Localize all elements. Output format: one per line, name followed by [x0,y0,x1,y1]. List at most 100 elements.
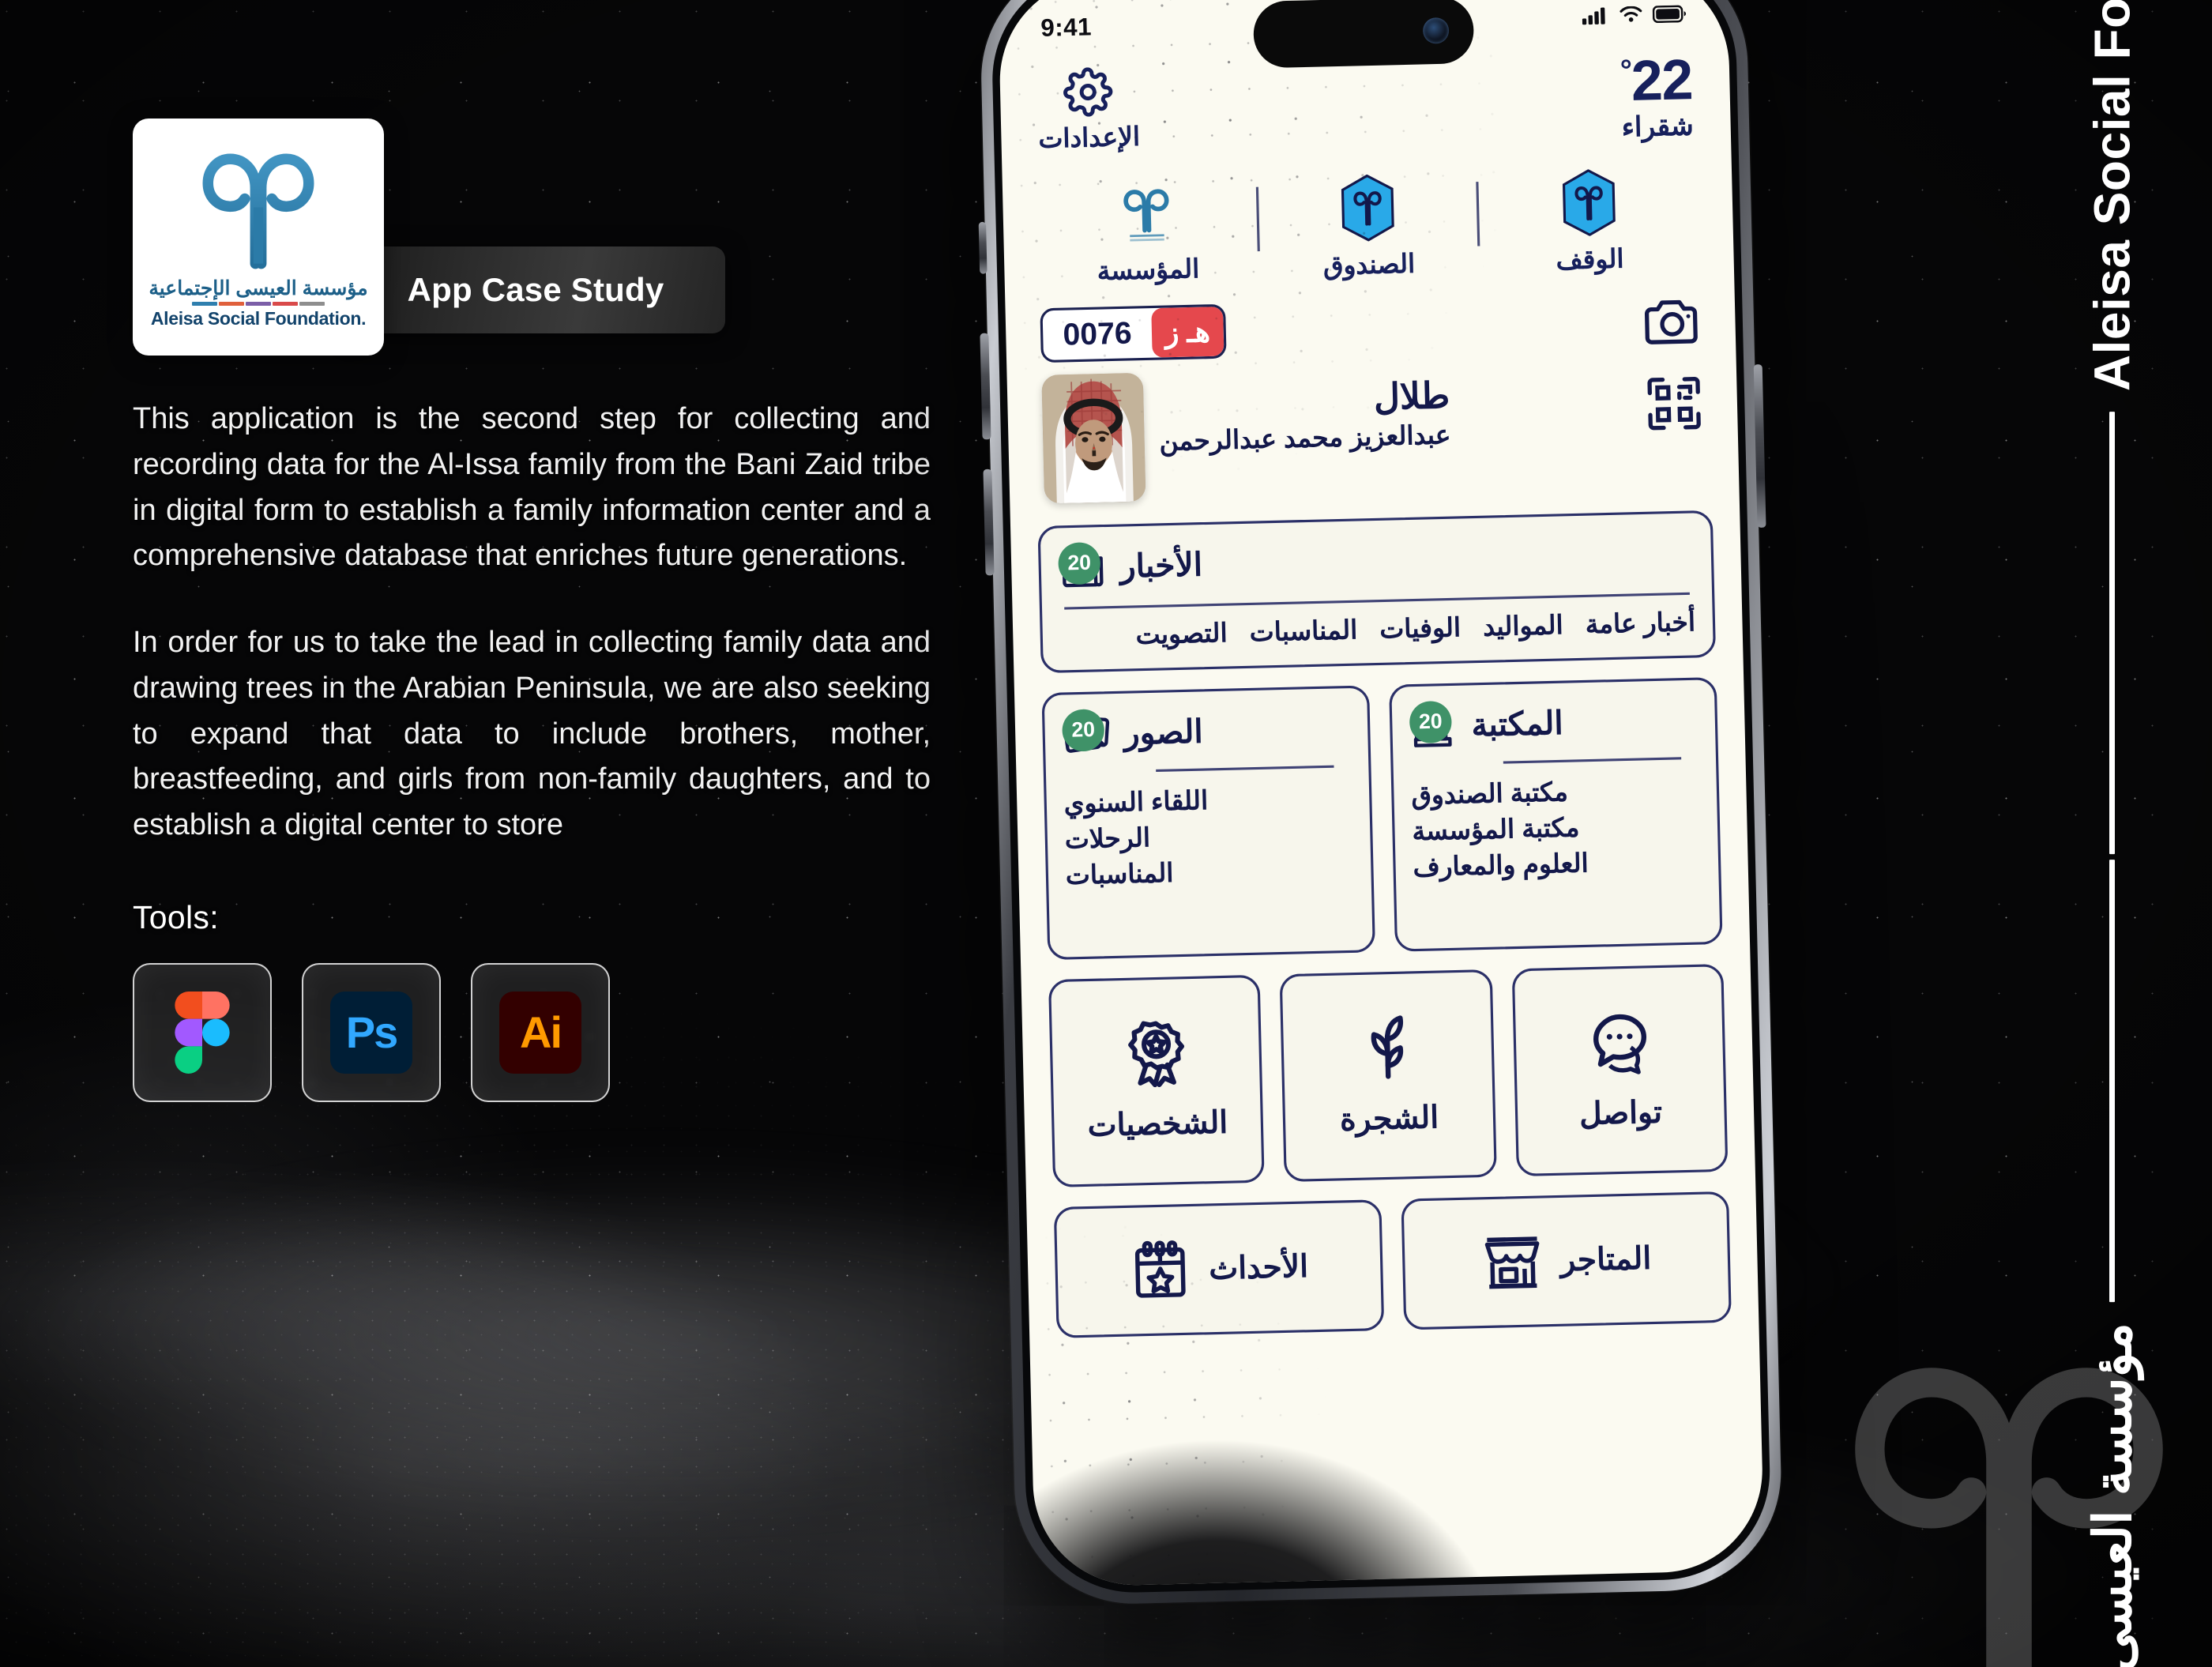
photos-card[interactable]: 20 الصور اللقاء السنوي الرحلات المناسبات [1041,685,1376,961]
settings-button[interactable]: الإعدادات [1036,66,1140,156]
news-card-header: الأخبار [1058,529,1695,593]
tool-item-figma [133,962,272,1102]
avatar-portrait-icon [1041,373,1146,505]
news-card-title: الأخبار [1119,545,1203,585]
photos-card-title: الصور [1123,712,1204,752]
status-bar-icons [1582,5,1687,26]
foundation-logo-card: مؤسسة العيسى الإجتماعية Aleisa Social Fo… [133,119,384,356]
phone-mockup: 9:41 °22 شقراء الإعدادات الوقف الصندوق ا… [978,0,1784,1667]
illustrator-icon: Ai [499,991,581,1074]
left-content-column: App Case Study مؤسسة العيسى الإجتماعية A… [133,111,931,1102]
tile-family-tree[interactable]: الشجرة [1280,969,1497,1183]
logo-arabic-name: مؤسسة العيسى الإجتماعية [149,277,368,299]
entity-tabs: الوقف الصندوق المؤسسة [1029,167,1706,289]
calendar-star-icon [1135,1240,1187,1299]
library-photos-row: 20 المكتبة مكتبة الصندوق مكتبة المؤسسة ا… [1041,677,1723,961]
figma-icon [175,991,230,1074]
weather-widget: °22 شقراء [1612,47,1695,145]
weather-city: شقراء [1621,110,1695,143]
library-card-title: المكتبة [1471,704,1564,743]
qr-code-icon[interactable] [1645,374,1703,433]
status-bar-time: 9:41 [1040,13,1093,42]
quick-tiles-row: تواصل الشجرة الشخصيات [1048,964,1729,1188]
temperature-value: 22 [1630,47,1693,113]
photos-card-divider [1155,766,1334,773]
profile-full-name: عبدالعزيز محمد عبدالرحمن [1159,421,1451,457]
description-paragraph-2: In order for us to take the lead in coll… [133,626,931,841]
vertical-brand-arabic: مؤسسة العيسى الإجتماعية [2083,1323,2142,1667]
phone-bezel: 9:41 °22 شقراء الإعدادات الوقف الصندوق ا… [990,0,1773,1595]
library-item-list: مكتبة الصندوق مكتبة المؤسسة العلوم والمع… [1411,774,1702,883]
vertical-brand-english: Aleisa Social Foundation. [2083,0,2141,392]
tool-item-photoshop: Ps [302,962,441,1102]
hex-logo-icon [1341,175,1394,243]
library-item[interactable]: مكتبة الصندوق [1411,777,1568,812]
profile-identity: 0076 هـ ز طلال عبدالعزيز محمد عبدالرحمن [1040,299,1452,505]
camera-icon[interactable] [1643,298,1701,348]
library-card-header: المكتبة [1409,695,1698,751]
photos-item[interactable]: المناسبات [1065,859,1174,892]
phone-silent-switch[interactable] [978,221,988,274]
wide-tile-label-events: الأحداث [1208,1249,1309,1287]
photos-item-list: اللقاء السنوي الرحلات المناسبات [1063,782,1354,891]
news-card-divider [1064,593,1690,611]
case-study-label: App Case Study [407,271,664,308]
tab-foundation[interactable]: المؤسسة [1037,178,1258,289]
weather-temperature: °22 [1620,47,1694,112]
tile-contact[interactable]: تواصل [1511,964,1729,1177]
tab-fund[interactable]: الصندوق [1258,172,1479,284]
avatar[interactable] [1041,373,1146,505]
hex-logo-icon [1562,169,1616,237]
tile-figures[interactable]: الشخصيات [1048,975,1266,1188]
news-chip[interactable]: أخبار عامة [1585,608,1695,641]
library-card-divider [1503,757,1682,765]
library-card[interactable]: 20 المكتبة مكتبة الصندوق مكتبة المؤسسة ا… [1389,677,1723,953]
profile-actions [1643,293,1703,433]
tile-label-figures: الشخصيات [1087,1105,1228,1144]
profile-identity-block: طلال عبدالعزيز محمد عبدالرحمن [1041,366,1452,505]
settings-label: الإعدادات [1038,122,1141,154]
foundation-logo-icon [1123,189,1170,242]
phone-screen: 9:41 °22 شقراء الإعدادات الوقف الصندوق ا… [997,0,1765,1588]
dynamic-island [1252,0,1475,69]
plate-letters: هـ ز [1151,307,1224,359]
tab-waqf[interactable]: الوقف [1479,167,1700,279]
wide-tile-events[interactable]: الأحداث [1053,1199,1385,1339]
news-chip[interactable]: التصويت [1135,619,1228,652]
gear-icon [1063,67,1113,117]
app-case-study-pill: App Case Study [346,246,725,333]
news-chip[interactable]: المناسبات [1249,615,1357,649]
photos-item[interactable]: الرحلات [1064,823,1150,856]
vertical-brand-divider [2109,412,2115,1303]
news-chip[interactable]: المواليد [1483,611,1563,644]
phone-volume-down-button[interactable] [983,468,995,576]
tile-label-contact: تواصل [1578,1095,1663,1132]
battery-icon [1652,5,1687,24]
tab-label-foundation: المؤسسة [1097,255,1200,287]
tool-item-illustrator: Ai [471,962,610,1102]
logo-english-name: Aleisa Social Foundation. [150,308,367,329]
profile-row: 0076 هـ ز طلال عبدالعزيز محمد عبدالرحمن [1033,293,1712,505]
library-item[interactable]: العلوم والمعارف [1413,849,1589,883]
plate-number: 0076 [1063,315,1133,352]
cellular-signal-icon [1582,6,1605,24]
logo-and-title-row: App Case Study مؤسسة العيسى الإجتماعية A… [133,111,931,362]
news-card[interactable]: 20 الأخبار أخبار عامة المواليد الوفيات ا… [1037,510,1717,674]
front-camera-icon [1422,17,1450,44]
description-paragraph-1: This application is the second step for … [133,402,931,573]
aleisa-logo-icon [202,153,314,269]
wide-tiles-row: المتاجر الأحداث [1053,1191,1732,1339]
plant-tree-icon [1371,1015,1404,1080]
tools-list: Ps Ai [133,962,931,1102]
library-item[interactable]: مكتبة المؤسسة [1412,813,1580,848]
photos-item[interactable]: اللقاء السنوي [1063,786,1208,820]
tools-heading: Tools: [133,898,219,935]
vertical-brand-block: مؤسسة العيسى الإجتماعية Aleisa Social Fo… [2082,0,2142,1667]
phone-volume-up-button[interactable] [980,333,991,440]
wide-tile-stores[interactable]: المتاجر [1401,1191,1732,1330]
phone-frame: 9:41 °22 شقراء الإعدادات الوقف الصندوق ا… [978,0,1784,1607]
logo-color-bars [192,302,325,306]
wide-tile-label-stores: المتاجر [1559,1241,1652,1279]
news-chip[interactable]: الوفيات [1379,613,1462,646]
tab-label-waqf: الوقف [1556,245,1624,276]
